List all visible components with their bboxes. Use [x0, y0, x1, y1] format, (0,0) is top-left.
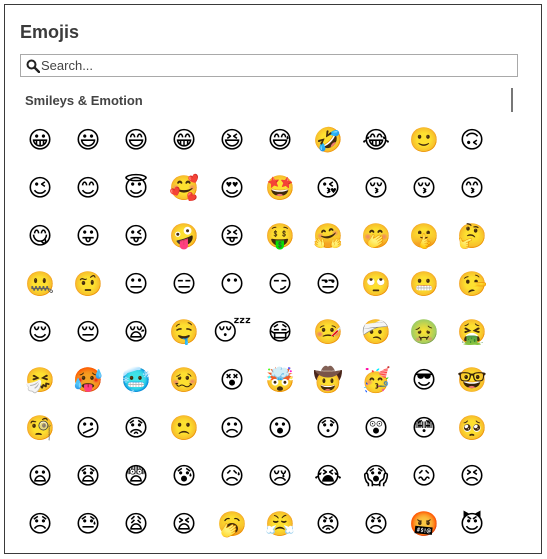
emoji-cell[interactable]: 🙁	[169, 413, 199, 443]
emoji-cell[interactable]: 😳	[409, 413, 439, 443]
emoji-cell[interactable]: 🤭	[361, 221, 391, 251]
emoji-cell[interactable]: 😡	[313, 509, 343, 539]
emoji-cell[interactable]: 😉	[25, 173, 55, 203]
emoji-cell[interactable]: 😝	[217, 221, 247, 251]
emoji-cell[interactable]: 🤯	[265, 365, 295, 395]
emoji-cell[interactable]: 🥱	[217, 509, 247, 539]
emoji-cell[interactable]: 😄	[121, 125, 151, 155]
search-box[interactable]	[20, 54, 518, 77]
panel-title: Emojis	[20, 22, 80, 42]
emoji-cell[interactable]: 😍	[217, 173, 247, 203]
emoji-cell[interactable]: 😮	[265, 413, 295, 443]
emoji-cell[interactable]: 😙	[457, 173, 487, 203]
emoji-cell[interactable]: 🤫	[409, 221, 439, 251]
emoji-cell[interactable]: 😯	[313, 413, 343, 443]
emoji-cell[interactable]: 😑	[169, 269, 199, 299]
emoji-cell[interactable]: 🤑	[265, 221, 295, 251]
emoji-cell[interactable]: 😚	[361, 173, 391, 203]
emoji-cell[interactable]: 🤓	[457, 365, 487, 395]
emoji-cell[interactable]: 🤥	[457, 269, 487, 299]
emoji-cell[interactable]: 😆	[217, 125, 247, 155]
emoji-cell[interactable]: 😏	[265, 269, 295, 299]
emoji-cell[interactable]: 😅	[265, 125, 295, 155]
emoji-cell[interactable]: 😁	[169, 125, 199, 155]
emoji-cell[interactable]: 🙄	[361, 269, 391, 299]
emoji-cell[interactable]: ☹	[217, 413, 247, 443]
emoji-cell[interactable]: 😬	[409, 269, 439, 299]
emoji-cell[interactable]: 😪	[121, 317, 151, 347]
emoji-cell[interactable]: 🤪	[169, 221, 199, 251]
emoji-cell[interactable]: 😷	[265, 317, 295, 347]
emoji-cell[interactable]: 🥳	[361, 365, 391, 395]
emoji-cell[interactable]: 🧐	[25, 413, 55, 443]
emoji-cell[interactable]: 😲	[361, 413, 391, 443]
emoji-cell[interactable]: 😓	[73, 509, 103, 539]
emoji-cell[interactable]: 😂	[361, 125, 391, 155]
emoji-cell[interactable]: 🤣	[313, 125, 343, 155]
section-title: Smileys & Emotion	[25, 93, 143, 108]
emoji-cell[interactable]: 🤔	[457, 221, 487, 251]
magnifier-icon	[26, 59, 40, 73]
emoji-cell[interactable]: 🤤	[169, 317, 199, 347]
emoji-cell[interactable]: 🤐	[25, 269, 55, 299]
emoji-cell[interactable]: 🤠	[313, 365, 343, 395]
emoji-cell[interactable]: 😀	[25, 125, 55, 155]
emoji-cell[interactable]: 😖	[409, 461, 439, 491]
emoji-cell[interactable]: 😤	[265, 509, 295, 539]
emoji-cell[interactable]: 😋	[25, 221, 55, 251]
emoji-cell[interactable]: 😵	[217, 365, 247, 395]
emoji-cell[interactable]: 😇	[121, 173, 151, 203]
emoji-cell[interactable]: 🤬	[409, 509, 439, 539]
emoji-cell[interactable]: 😭	[313, 461, 343, 491]
emoji-cell[interactable]: 🤗	[313, 221, 343, 251]
emoji-cell[interactable]: 😣	[457, 461, 487, 491]
emoji-cell[interactable]: 😌	[25, 317, 55, 347]
emoji-cell[interactable]: 😴	[213, 317, 252, 347]
emoji-cell[interactable]: 😱	[361, 461, 391, 491]
scrollbar-thumb[interactable]	[511, 88, 513, 112]
emoji-cell[interactable]: 🤒	[313, 317, 343, 347]
emoji-cell[interactable]: 😟	[121, 413, 151, 443]
emoji-cell[interactable]: 😃	[73, 125, 103, 155]
emoji-cell[interactable]: 😧	[73, 461, 103, 491]
emoji-cell[interactable]: 😐	[121, 269, 151, 299]
emoji-cell[interactable]: 🥵	[73, 365, 103, 395]
search-input[interactable]	[41, 56, 511, 75]
emoji-cell[interactable]: 🙃	[457, 125, 487, 155]
emoji-cell[interactable]: 🤕	[361, 317, 391, 347]
emoji-cell[interactable]: 😨	[121, 461, 151, 491]
emoji-cell[interactable]: 🥺	[457, 413, 487, 443]
emoji-cell[interactable]: 😩	[121, 509, 151, 539]
emoji-cell[interactable]: 🤮	[457, 317, 487, 347]
emoji-cell[interactable]: 😚	[409, 173, 439, 203]
emoji-cell[interactable]: 🙂	[409, 125, 439, 155]
emoji-cell[interactable]: 😎	[409, 365, 439, 395]
emoji-cell[interactable]: 😛	[73, 221, 103, 251]
emoji-cell[interactable]: 😠	[361, 509, 391, 539]
emoji-cell[interactable]: 😒	[313, 269, 343, 299]
emoji-panel: Emojis Smileys & Emotion 😀 😃 😄 😁 😆 😅 🤣 😂 🙂 🙃 😉 😊 😇 🥰 😍…	[4, 4, 542, 554]
emoji-cell[interactable]: 🤩	[265, 173, 295, 203]
emoji-cell[interactable]: 😢	[265, 461, 295, 491]
emoji-cell[interactable]: 😊	[73, 173, 103, 203]
emoji-cell[interactable]: 😫	[169, 509, 199, 539]
emoji-cell[interactable]: 🤨	[73, 269, 103, 299]
emoji-cell[interactable]: 🤢	[409, 317, 439, 347]
emoji-cell[interactable]: 😘	[313, 173, 343, 203]
emoji-cell[interactable]: 😜	[121, 221, 151, 251]
emoji-cell[interactable]: 🤧	[25, 365, 55, 395]
emoji-cell[interactable]: 😥	[217, 461, 247, 491]
emoji-cell[interactable]: 😶	[217, 269, 247, 299]
emoji-cell[interactable]: 🥴	[169, 365, 199, 395]
emoji-cell[interactable]: 😈	[457, 509, 487, 539]
emoji-cell[interactable]: 🥶	[121, 365, 151, 395]
emoji-cell[interactable]: 😰	[169, 461, 199, 491]
emoji-cell[interactable]: 😞	[25, 509, 55, 539]
emoji-cell[interactable]: 😦	[25, 461, 55, 491]
emoji-cell[interactable]: 😔	[73, 317, 103, 347]
emoji-cell[interactable]: 🥰	[169, 173, 199, 203]
emoji-cell[interactable]: 😕	[73, 413, 103, 443]
